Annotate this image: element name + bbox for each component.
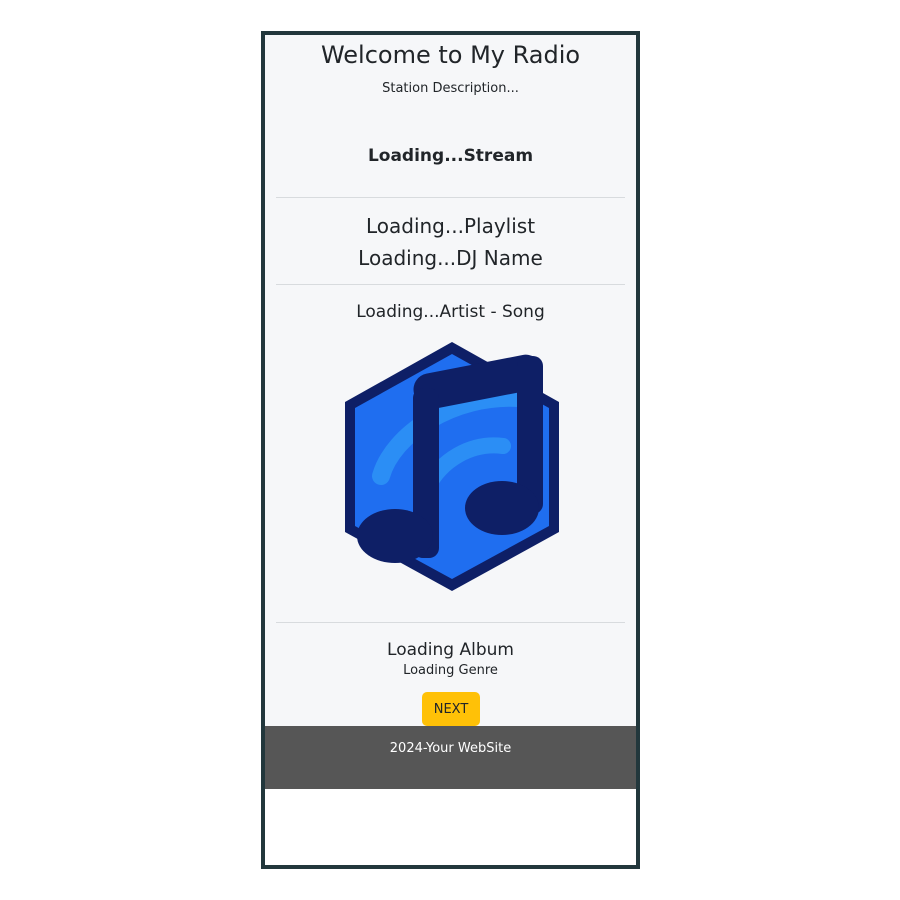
album-name: Loading Album bbox=[387, 640, 514, 660]
playlist-name: Loading...Playlist bbox=[365, 214, 536, 238]
player-panel: Welcome to My Radio Station Description.… bbox=[265, 35, 636, 730]
station-description: Station Description... bbox=[382, 81, 519, 96]
note-head-right bbox=[465, 481, 539, 535]
divider bbox=[276, 197, 625, 198]
dj-name: Loading...DJ Name bbox=[358, 246, 543, 270]
music-note-hexagon-icon bbox=[345, 342, 559, 591]
footer: 2024-Your WebSite bbox=[265, 726, 636, 789]
next-button[interactable]: NEXT bbox=[422, 692, 480, 726]
stream-status: Loading...Stream bbox=[367, 146, 534, 166]
page-title: Welcome to My Radio bbox=[320, 41, 581, 69]
genre-name: Loading Genre bbox=[403, 663, 498, 678]
radio-widget: Welcome to My Radio Station Description.… bbox=[261, 31, 640, 869]
footer-text: 2024-Your WebSite bbox=[389, 741, 512, 756]
divider bbox=[276, 284, 625, 285]
now-playing-artist-song: Loading...Artist - Song bbox=[356, 302, 545, 322]
divider bbox=[276, 622, 625, 623]
note-head-left bbox=[357, 509, 433, 563]
